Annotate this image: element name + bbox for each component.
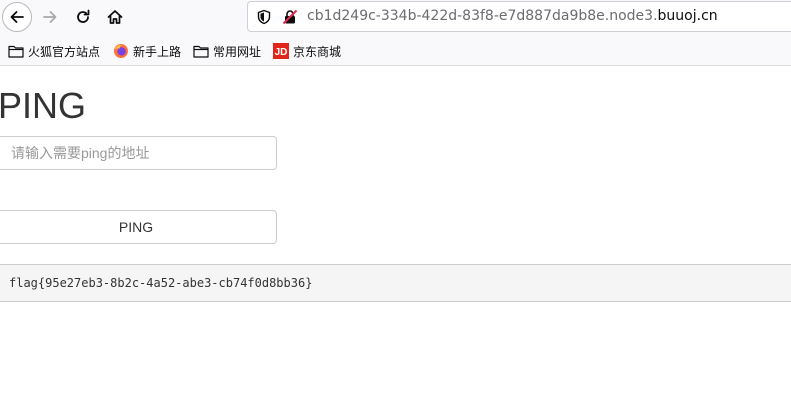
tracking-protection-shield-icon[interactable] [256,9,272,29]
bookmark-jd-mall[interactable]: JD 京东商城 [273,42,341,60]
reload-icon [77,9,90,23]
browser-toolbar: cb1d249c-334b-422d-83f8-e7d887da9b8e.nod… [0,0,791,66]
bookmark-label: 常用网址 [213,44,262,59]
bookmark-getting-started[interactable]: 新手上路 [113,42,181,60]
page-content: PING PING flag{95e27eb3-8b2c-4a52-abe3-c… [0,66,791,406]
jd-logo-icon: JD [273,43,289,59]
url-domain: buuoj.cn [657,8,718,24]
bookmarks-toolbar: 火狐官方站点 新手上路 常用网址 JD 京东商城 [0,39,791,63]
ping-output: flag{95e27eb3-8b2c-4a52-abe3-cb74f0d8bb3… [0,264,791,302]
ping-button[interactable]: PING [0,210,277,244]
bookmark-common-sites[interactable]: 常用网址 [193,42,261,60]
folder-icon [8,44,24,58]
bookmark-label: 新手上路 [133,44,182,59]
folder-icon [193,44,209,58]
svg-text:JD: JD [275,47,288,58]
address-bar[interactable]: cb1d249c-334b-422d-83f8-e7d887da9b8e.nod… [247,1,791,32]
forward-arrow-icon [43,11,57,23]
firefox-icon [113,43,129,59]
back-arrow-icon [10,11,24,23]
forward-button[interactable] [35,2,65,32]
home-button[interactable] [100,2,130,32]
back-button[interactable] [2,2,32,32]
bookmark-label: 火狐官方站点 [28,44,101,59]
url-text[interactable]: cb1d249c-334b-422d-83f8-e7d887da9b8e.nod… [307,8,718,24]
reload-button[interactable] [68,2,98,32]
page-title: PING [0,85,87,126]
bookmark-firefox-official[interactable]: 火狐官方站点 [8,42,100,60]
home-icon [107,10,123,24]
bookmark-label: 京东商城 [293,44,342,59]
ping-address-input[interactable] [0,136,277,170]
url-subdomain: cb1d249c-334b-422d-83f8-e7d887da9b8e.nod… [307,8,658,24]
insecure-connection-icon[interactable] [282,9,298,29]
